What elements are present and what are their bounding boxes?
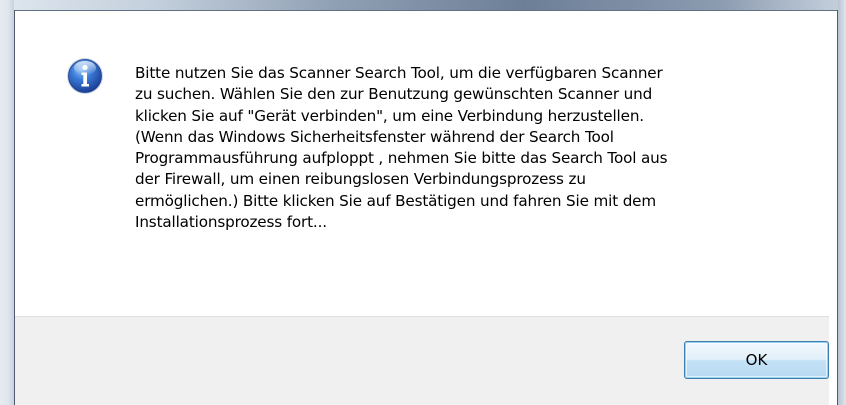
window-left-frame [0,0,14,405]
dialog-content: Bitte nutzen Sie das Scanner Search Tool… [15,11,829,316]
window-right-frame [838,0,846,405]
information-icon [66,57,104,95]
dialog-message: Bitte nutzen Sie das Scanner Search Tool… [135,64,668,232]
dialog-button-bar: OK [15,316,829,405]
ok-button[interactable]: OK [684,341,829,379]
right-frame-line [837,10,838,405]
window-title-bar-edge [0,0,846,10]
message-dialog: Bitte nutzen Sie das Scanner Search Tool… [0,0,846,405]
